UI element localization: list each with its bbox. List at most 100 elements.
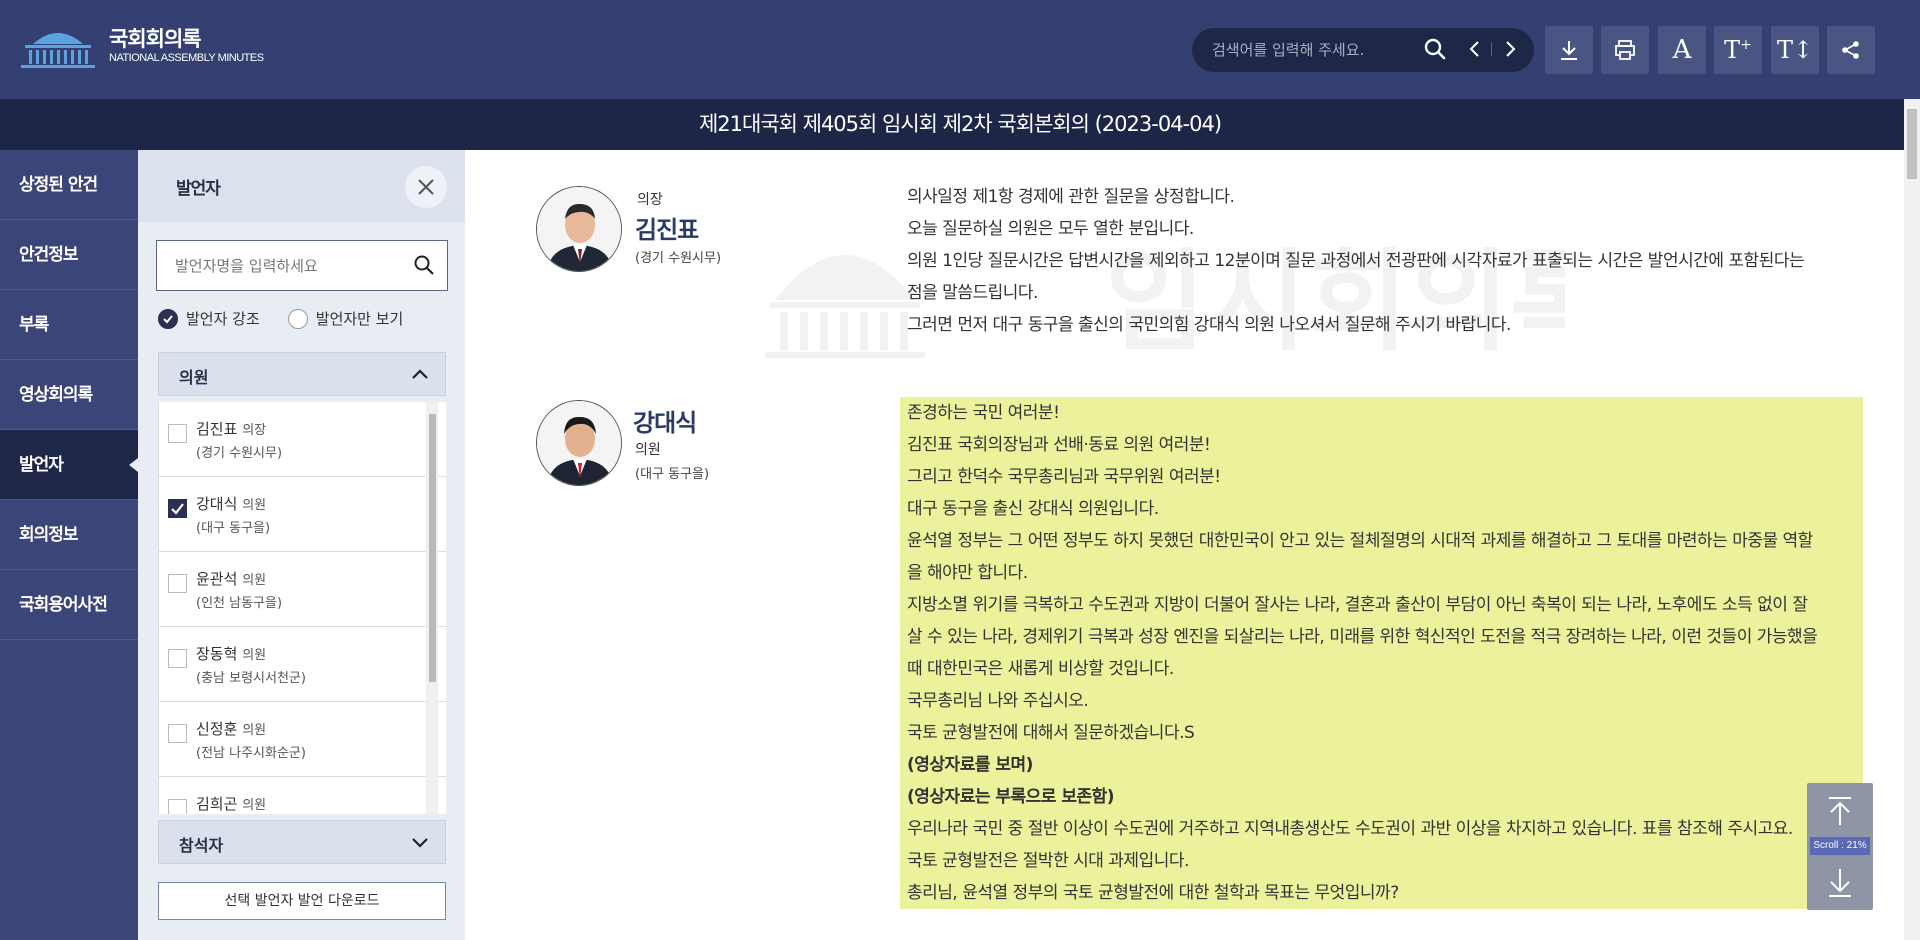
speech-line: 점을 말씀드립니다. (907, 283, 1038, 303)
speaker-list-item[interactable]: 윤관석 의원 (인천 남동구을) (159, 552, 446, 627)
speaker-panel: 발언자 발언자 강조 발언자만 보기 의원 (138, 150, 465, 940)
speech-line: 살 수 있는 나라, 경제위기 극복과 성장 엔진을 되살리는 나라, 미래를 … (907, 627, 1818, 647)
speaker-name: 김진표 (196, 420, 238, 438)
speaker-search-input[interactable] (175, 241, 405, 290)
site-logo[interactable]: 국회회의록 NATIONAL ASSEMBLY MINUTES (19, 24, 264, 70)
nav-item-glossary[interactable]: 국회용어사전 (0, 570, 138, 640)
check-icon (171, 503, 184, 515)
speaker-list-item[interactable]: 신정훈 의원 (전남 나주시화순군) (159, 702, 446, 777)
speaker-role: 의원 (242, 798, 267, 813)
speaker-list-item[interactable]: 강대식 의원 (대구 동구을) (159, 477, 446, 552)
minutes-search-input[interactable] (1212, 28, 1412, 72)
speaker-panel-title: 발언자 (176, 179, 221, 199)
group-members-label: 의원 (179, 368, 209, 387)
download-icon (1561, 41, 1577, 60)
speaker-list: 김진표 의장 (경기 수원시무) 강대식 의원 (대구 동구을) 윤관석 의원 … (158, 402, 446, 814)
speaker-role: 의원 (242, 498, 267, 513)
nav-item-agenda[interactable]: 상정된 안건 (0, 150, 138, 220)
speaker-name: 장동혁 (196, 645, 238, 663)
speaker-role: 의원 (635, 442, 661, 458)
speech-line: 국토 균형발전에 대해서 질문하겠습니다.S (907, 723, 1195, 743)
search-icon[interactable] (1422, 36, 1448, 62)
left-nav: 상정된 안건 안건정보 부록 영상회의록 발언자 회의정보 국회용어사전 (0, 150, 138, 940)
speech-line-stage-direction: (영상자료는 부록으로 보존함) (907, 787, 1115, 807)
speaker-list-item[interactable]: 김진표 의장 (경기 수원시무) (159, 402, 446, 477)
speaker-role: 의원 (242, 648, 267, 663)
radio-emphasize[interactable] (158, 308, 178, 329)
speaker-district: (대구 동구을) (635, 467, 710, 482)
scroll-to-top-button[interactable] (1807, 783, 1873, 838)
radio-emphasize-label: 발언자 강조 (186, 310, 260, 328)
speaker-list-item[interactable]: 김희곤 의원 (159, 777, 446, 814)
assembly-building-icon (21, 33, 95, 68)
speaker-checkbox[interactable] (168, 499, 187, 518)
chevron-down-icon (412, 838, 428, 848)
speaker-panel-header: 발언자 (138, 150, 465, 222)
speech-line-stage-direction: (영상자료를 보며) (907, 755, 1033, 775)
share-icon (1842, 41, 1859, 59)
chevron-right-icon[interactable] (1499, 36, 1521, 62)
speech-line: 의원 1인당 질문시간은 답변시간을 제외하고 12분이며 질문 과정에서 전광… (907, 251, 1805, 271)
speaker-checkbox[interactable] (168, 724, 187, 743)
speaker-district: (대구 동구을) (196, 521, 271, 536)
speaker-role: 의원 (242, 573, 267, 588)
speaker-list-item[interactable]: 장동혁 의원 (충남 보령시서천군) (159, 627, 446, 702)
speaker-district: (충남 보령시서천군) (196, 671, 306, 686)
nav-item-meeting-info[interactable]: 회의정보 (0, 500, 138, 570)
font-button[interactable]: A (1658, 26, 1706, 74)
speaker-role: 의원 (242, 723, 267, 738)
download-button[interactable] (1545, 26, 1593, 74)
print-button[interactable] (1601, 26, 1649, 74)
page-scroll-thumb[interactable] (1907, 109, 1917, 179)
font-increase-button[interactable]: T+ (1714, 26, 1762, 74)
chevron-left-icon[interactable] (1464, 36, 1486, 62)
speaker-name: 김진표 (635, 216, 699, 244)
speech-line: 의사일정 제1항 경제에 관한 질문을 상정합니다. (907, 187, 1235, 207)
speaker-role: 의장 (637, 192, 663, 208)
speech-line: 국토 균형발전은 절박한 시대 과제입니다. (907, 851, 1189, 871)
line-spacing-icon: T↕ (1776, 36, 1814, 64)
speaker-name: 김희곤 (196, 795, 238, 813)
nav-item-speakers[interactable]: 발언자 (0, 430, 138, 500)
group-attendees-label: 참석자 (179, 836, 224, 855)
speaker-checkbox[interactable] (168, 649, 187, 668)
speaker-checkbox[interactable] (168, 424, 187, 443)
speaker-list-scroll-thumb[interactable] (429, 414, 436, 682)
speaker-district: (경기 수원시무) (196, 446, 283, 461)
speech-line: 김진표 국회의장님과 선배·동료 의원 여러분! (907, 435, 1211, 455)
search-icon[interactable] (413, 254, 435, 276)
speech-line: 오늘 질문하실 의원은 모두 열한 분입니다. (907, 219, 1194, 239)
close-panel-button[interactable] (405, 166, 447, 208)
person-photo-icon (537, 401, 621, 485)
meeting-title: 제21대국회 제405회 임시회 제2차 국회본회의 (2023-04-04) (0, 99, 1920, 150)
speech-line: 총리님, 윤석열 정부의 국토 균형발전에 대한 철학과 목표는 무엇입니까? (907, 883, 1399, 903)
speech-line: 때 대한민국은 새롭게 비상할 것입니다. (907, 659, 1174, 679)
arrow-up-to-top-icon (1829, 796, 1851, 825)
nav-item-appendix[interactable]: 부록 (0, 290, 138, 360)
speaker-search-box (156, 240, 448, 291)
logo-subtitle: NATIONAL ASSEMBLY MINUTES (109, 52, 264, 64)
speech-line: 국무총리님 나와 주십시오. (907, 691, 1089, 711)
chevron-up-icon (412, 369, 428, 379)
speaker-district: (전남 나주시화순군) (196, 746, 306, 761)
radio-only[interactable] (287, 308, 308, 329)
speech-line: 존경하는 국민 여러분! (907, 403, 1060, 423)
speaker-photo (536, 400, 622, 486)
nav-item-agenda-info[interactable]: 안건정보 (0, 220, 138, 290)
group-attendees-header[interactable]: 참석자 (158, 820, 446, 864)
font-increase-icon: T+ (1724, 36, 1752, 64)
speaker-district: (경기 수원시무) (635, 251, 722, 266)
scroll-to-bottom-button[interactable] (1807, 855, 1873, 910)
speaker-checkbox[interactable] (168, 574, 187, 593)
logo-title: 국회회의록 (109, 27, 202, 51)
speech-line: 대구 동구을 출신 강대식 의원입니다. (907, 499, 1159, 519)
page-scrollbar[interactable] (1904, 99, 1920, 940)
share-button[interactable] (1827, 26, 1875, 74)
download-selected-speaker-button[interactable]: 선택 발언자 발언 다운로드 (158, 882, 446, 920)
nav-item-video-minutes[interactable]: 영상회의록 (0, 360, 138, 430)
speaker-role: 의장 (242, 423, 267, 438)
line-spacing-button[interactable]: T↕ (1771, 26, 1819, 74)
speaker-checkbox[interactable] (168, 799, 187, 814)
scroll-percent: Scroll : 21% (1810, 837, 1870, 855)
group-members-header[interactable]: 의원 (158, 352, 446, 396)
